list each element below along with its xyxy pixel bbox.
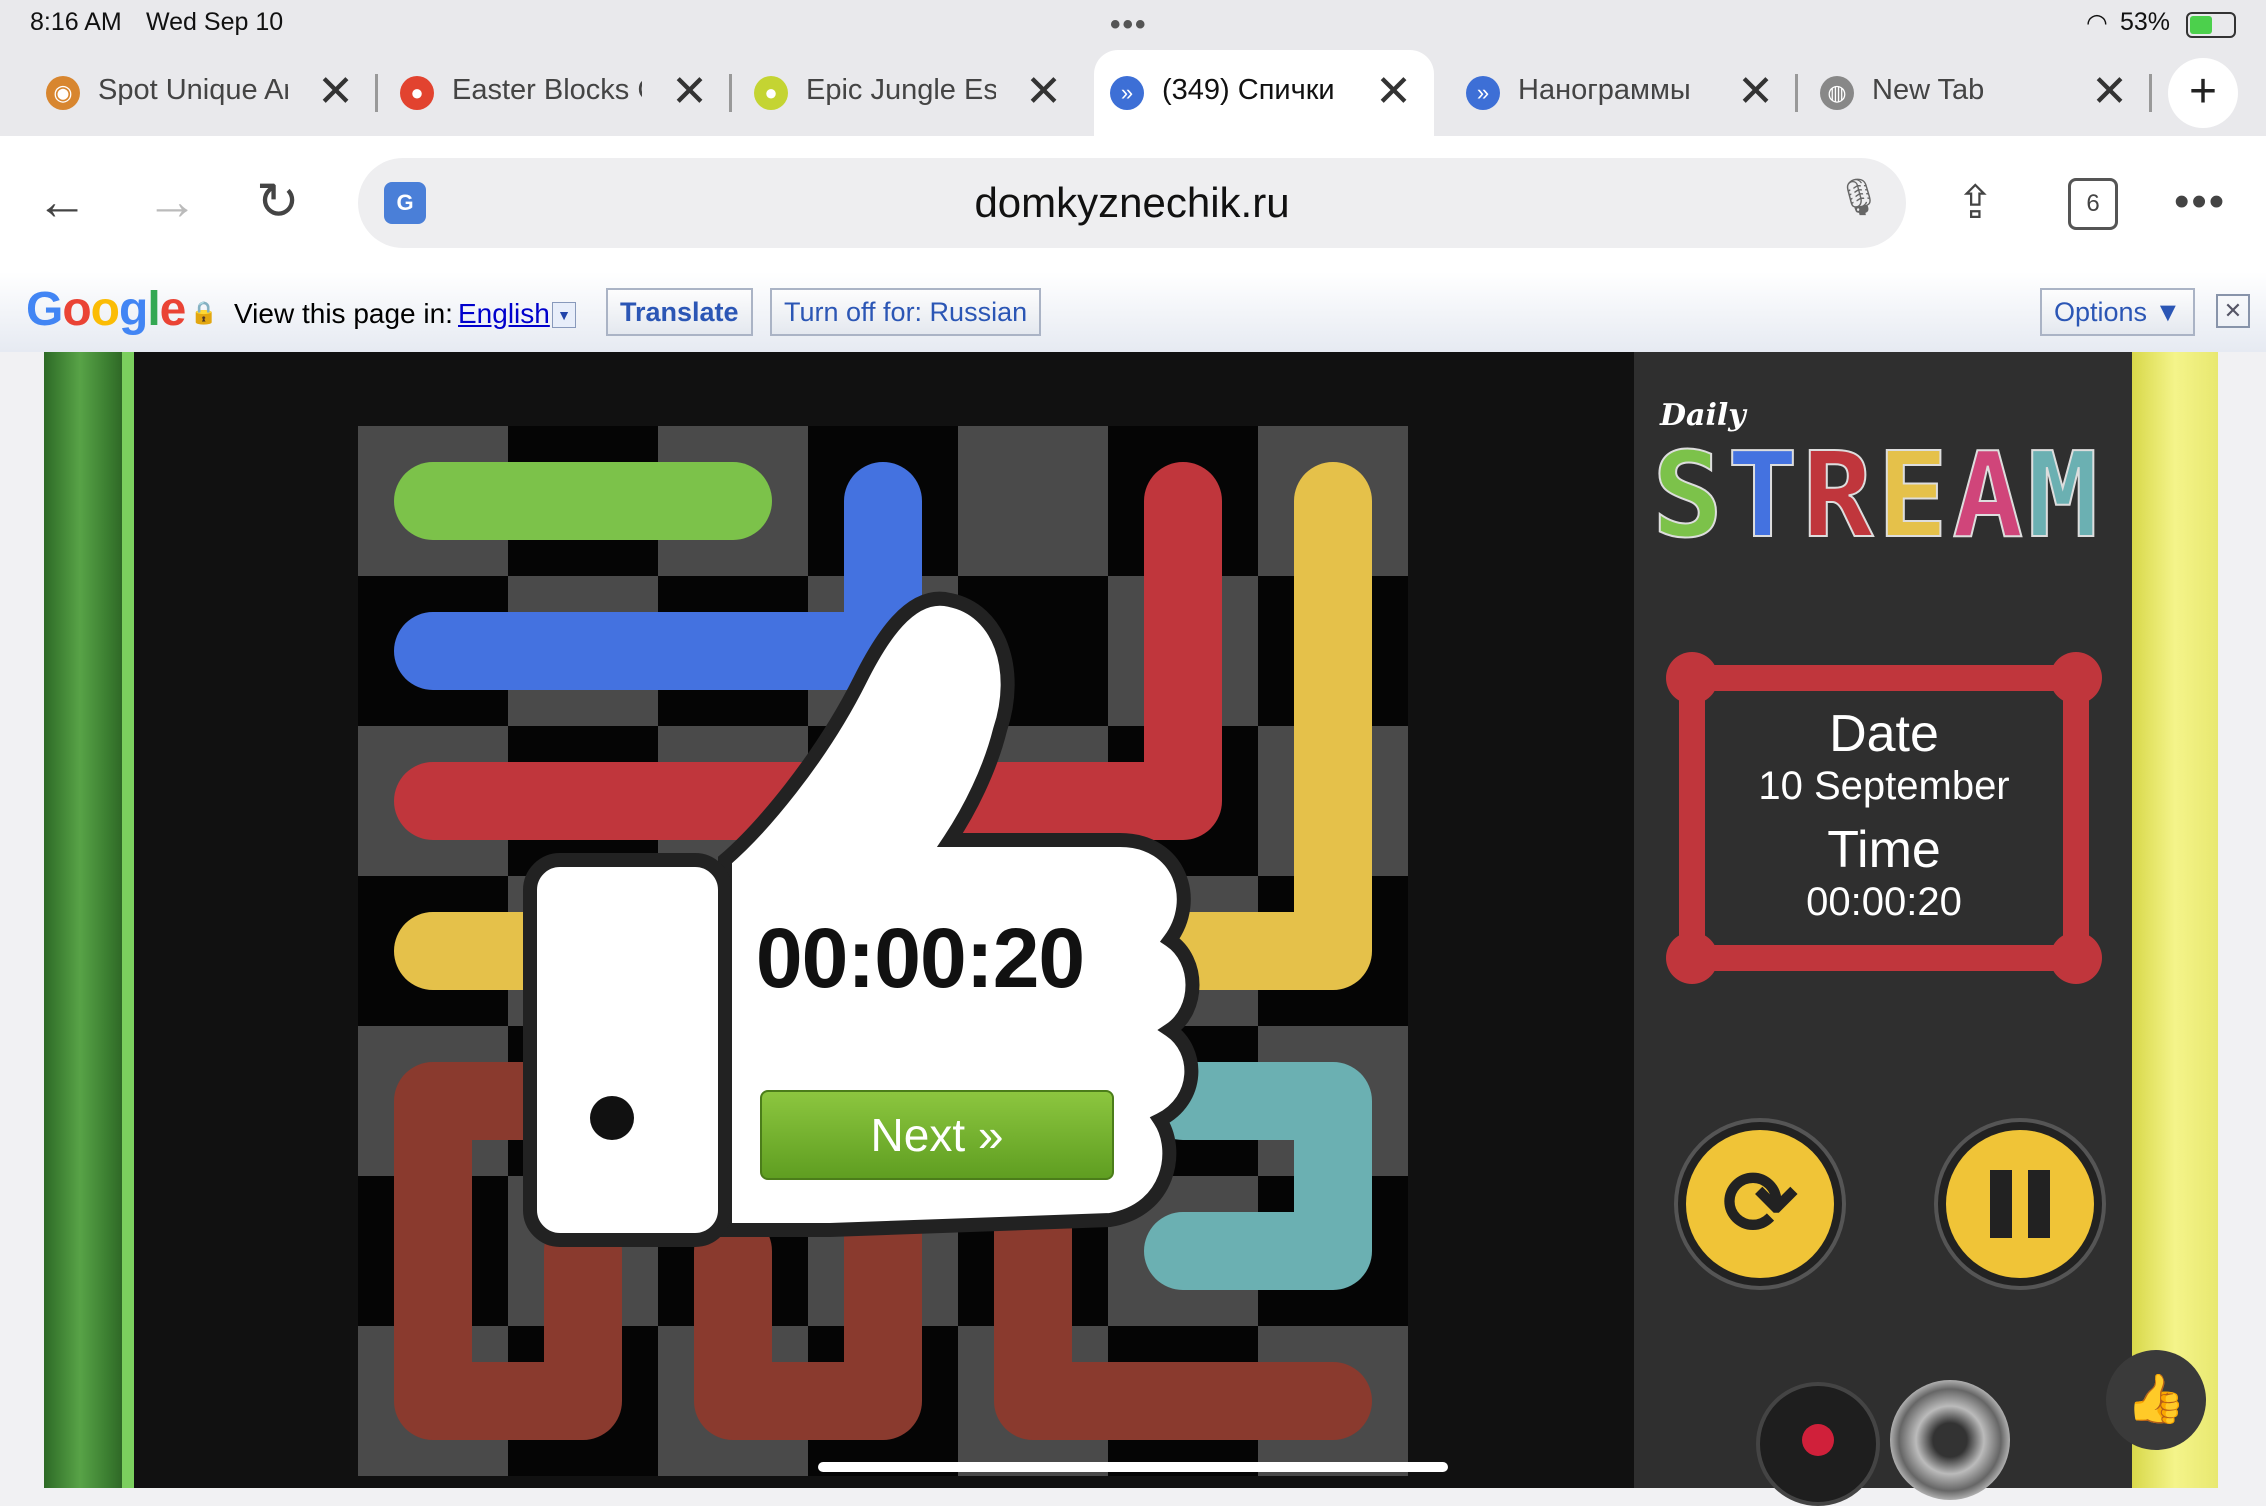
tab-title: Нанограммы	[1518, 74, 1691, 106]
close-tab-icon[interactable]: ✕	[2091, 64, 2128, 120]
lion-icon: ◉	[46, 76, 80, 110]
egg-icon: ●	[400, 76, 434, 110]
reload-icon[interactable]: ↻	[256, 172, 300, 232]
view-page-label: View this page in:	[234, 298, 453, 329]
close-tab-icon[interactable]: ✕	[1025, 64, 1062, 120]
battery-icon	[2186, 12, 2236, 38]
time-label: Time	[1827, 821, 1941, 879]
close-tab-icon[interactable]: ✕	[1737, 64, 1774, 120]
forward-arrow-icon[interactable]: →	[146, 172, 198, 232]
browser-toolbar: ← → ↻ G domkyznechik.ru 🎙 ⇪ 6 •••	[0, 136, 2266, 272]
logo-stream: STREAM	[1651, 425, 2103, 565]
share-icon[interactable]: ⇪	[1956, 172, 1995, 232]
forward-icon: »	[1466, 76, 1500, 110]
translate-button[interactable]: Translate	[606, 288, 753, 336]
translate-bar: Google 🔒 View this page in: English ▼ Tr…	[0, 272, 2266, 354]
tab-spot-unique[interactable]: ◉ Spot Unique Ar ✕	[30, 50, 378, 136]
tab-nanogrammy[interactable]: » Нанограммы ✕	[1450, 50, 1798, 136]
back-icon[interactable]: ←	[36, 172, 88, 232]
date-value: 10 September	[1758, 764, 2010, 808]
tab-strip: ◉ Spot Unique Ar ✕ ● Easter Blocks C ✕ ●…	[0, 50, 2266, 136]
status-time: 8:16 AM	[30, 8, 122, 36]
board-cell	[958, 426, 1108, 576]
language-dropdown-icon[interactable]: ▼	[552, 302, 576, 328]
close-tab-icon[interactable]: ✕	[317, 64, 354, 120]
tab-title: Easter Blocks C	[452, 74, 642, 106]
cuff-button	[590, 1096, 634, 1140]
battery-percent: 53%	[2120, 8, 2171, 36]
tab-title: New Tab	[1872, 74, 1985, 106]
left-frame	[44, 352, 134, 1488]
thumb-cuff	[523, 853, 732, 1247]
date-label: Date	[1829, 705, 1939, 763]
turn-off-button[interactable]: Turn off for: Russian	[770, 288, 1042, 336]
tab-count-button[interactable]: 6	[2068, 178, 2118, 230]
right-frame	[2132, 352, 2218, 1488]
next-button[interactable]: Next »	[760, 1090, 1114, 1180]
tab-title: (349) Спички	[1162, 74, 1335, 106]
refresh-icon: ⟳	[1722, 1154, 1798, 1254]
pause-icon	[1990, 1170, 2012, 1238]
pause-button[interactable]	[1946, 1130, 2094, 1278]
language-link[interactable]: English	[458, 298, 550, 330]
url-text: domkyznechik.ru	[974, 179, 1290, 226]
time-value: 00:00:20	[1806, 880, 1962, 924]
home-indicator	[818, 1462, 1448, 1472]
close-tab-icon[interactable]: ✕	[1375, 64, 1412, 120]
tab-new-tab[interactable]: ◍ New Tab ✕	[1804, 50, 2152, 136]
address-bar[interactable]: G domkyznechik.ru 🎙	[358, 158, 1906, 248]
record-icon[interactable]	[1756, 1382, 1880, 1506]
speaker-icon[interactable]	[1890, 1380, 2010, 1500]
multitask-dots-icon[interactable]: •••00123123545	[1110, 8, 1148, 42]
tab-title: Epic Jungle Esc	[806, 74, 996, 106]
forward-icon: »	[1110, 76, 1144, 110]
more-icon[interactable]: •••	[2174, 172, 2226, 232]
info-box: Date 10 September Time 00:00:20	[1666, 652, 2102, 984]
wifi-icon: ◠	[2086, 9, 2108, 37]
tab-spichki[interactable]: » (349) Спички ✕	[1094, 50, 1434, 136]
tab-epic-jungle[interactable]: ● Epic Jungle Esc ✕	[738, 50, 1084, 136]
google-logo: Google	[26, 283, 186, 336]
lock-icon: 🔒	[190, 300, 218, 325]
success-popup: 00:00:20 Next »	[500, 570, 1220, 1290]
tab-title: Spot Unique Ar	[98, 74, 288, 106]
frog-icon: ●	[754, 76, 788, 110]
left-frame-edge	[122, 352, 134, 1488]
thumbs-up-icon[interactable]: 👍	[2106, 1350, 2206, 1450]
popup-time: 00:00:20	[755, 911, 1085, 1005]
new-tab-button[interactable]: +	[2168, 58, 2238, 128]
close-tab-icon[interactable]: ✕	[671, 64, 708, 120]
options-button[interactable]: Options ▼	[2040, 288, 2196, 336]
tab-easter-blocks[interactable]: ● Easter Blocks C ✕	[384, 50, 732, 136]
close-icon[interactable]: ✕	[2216, 294, 2250, 328]
status-bar: 8:16 AM Wed Sep 10 •••00123123545 ◠ 53%	[0, 0, 2266, 50]
restart-button[interactable]: ⟳	[1686, 1130, 1834, 1278]
microphone-icon[interactable]: 🎙	[1836, 176, 1882, 218]
status-date: Wed Sep 10	[146, 8, 284, 36]
globe-icon: ◍	[1820, 76, 1854, 110]
